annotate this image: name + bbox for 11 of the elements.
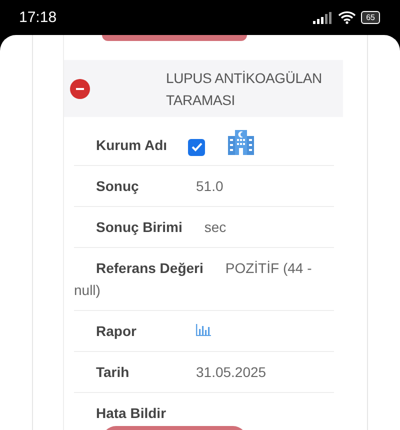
clock: 17:18 xyxy=(19,9,57,26)
field-entry: Sonuç 51.0 xyxy=(74,166,334,207)
field-entry: Sonuç Birimi sec xyxy=(74,207,334,248)
field-label: Kurum Adı xyxy=(96,136,168,155)
section-title: LUPUS ANTİKOAGÜLAN TARAMASI xyxy=(166,68,323,110)
battery-indicator: 65 xyxy=(361,11,380,24)
field-label: Hata Bildir xyxy=(96,404,168,423)
field-label: Rapor xyxy=(96,322,138,341)
section-header[interactable]: LUPUS ANTİKOAGÜLAN TARAMASI xyxy=(64,60,343,117)
field-entry: Tarih 31.05.2025 xyxy=(74,352,334,393)
field-entry: Referans Değeri POZİTİF (44 - null) xyxy=(74,248,334,311)
